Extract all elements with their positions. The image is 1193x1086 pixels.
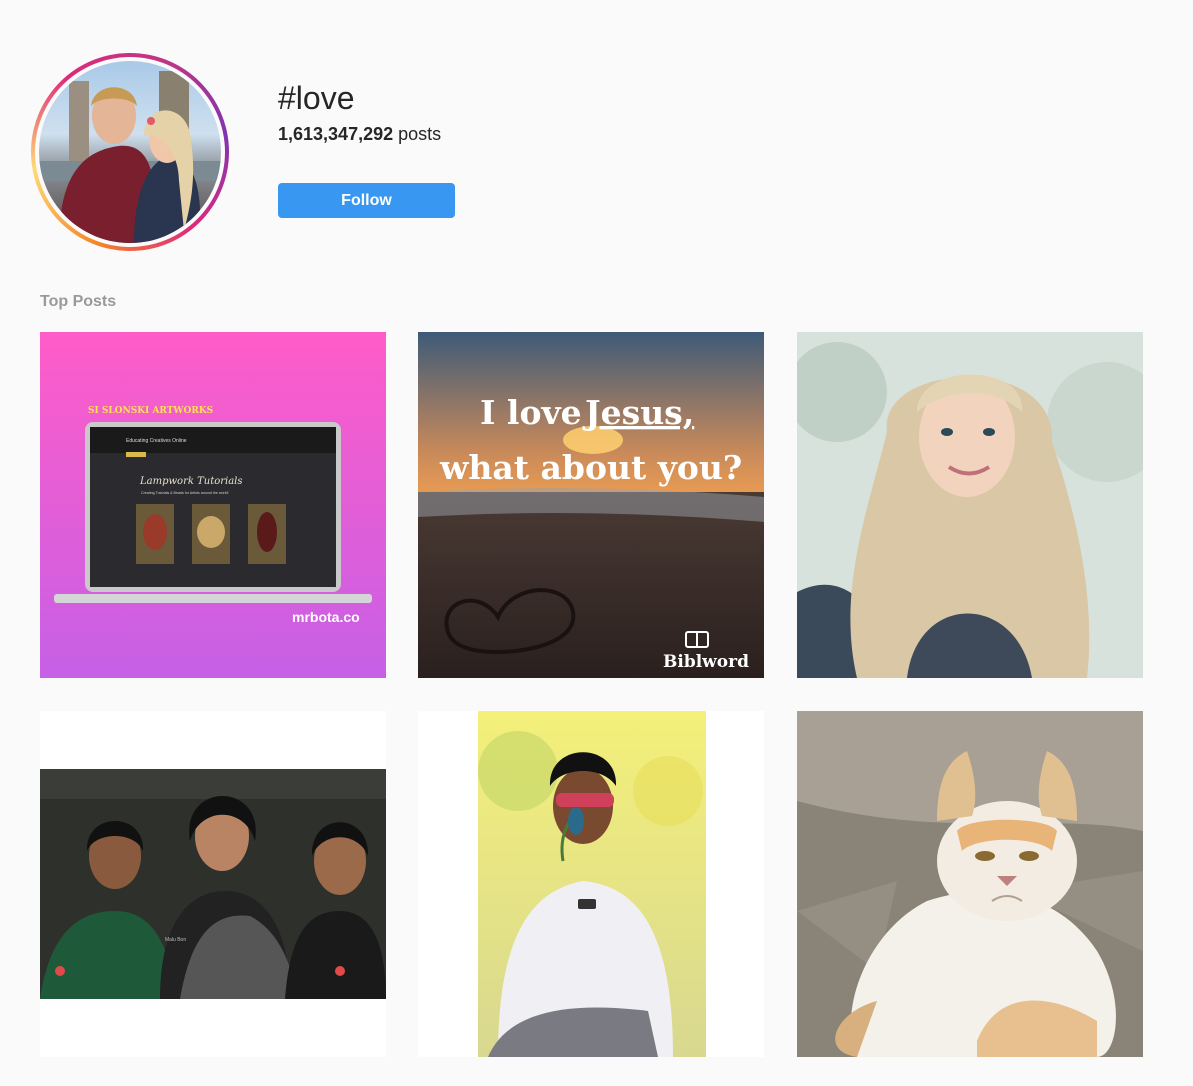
post-count: 1,613,347,292 posts <box>278 124 441 145</box>
mockup-top-text: SI SLONSKI ARTWORKS <box>88 406 213 416</box>
mockup-screen-caption: Creating Tutorials & Beads for Artists a… <box>141 491 229 495</box>
quote-line-2: what about you? <box>439 448 742 487</box>
mockup-screen-subtitle: Lampwork Tutorials <box>139 476 243 487</box>
top-posts-heading: Top Posts <box>40 293 117 310</box>
post-count-suffix: posts <box>393 124 442 144</box>
mockup-screen-heading: Educating Creatives Online <box>126 438 187 444</box>
shirt-text: Malu Bon <box>165 937 186 943</box>
post-tile-group-photo[interactable]: Malu Bon <box>40 711 386 1057</box>
quote-line-1b: Jesus, <box>582 393 694 432</box>
avatar-image <box>39 61 221 243</box>
hashtag-avatar <box>31 53 229 251</box>
post-tile-portrait-woman[interactable] <box>797 332 1143 678</box>
brand-watermark: Biblword <box>663 652 749 672</box>
follow-button[interactable]: Follow <box>278 183 455 218</box>
mockup-watermark: mrbota.co <box>292 609 360 625</box>
post-tile-cat-photo[interactable] <box>797 711 1143 1057</box>
post-tile-website-mockup[interactable]: SI SLONSKI ARTWORKS Educating Creatives … <box>40 332 386 678</box>
post-tile-man-portrait[interactable] <box>418 711 764 1057</box>
post-tile-quote-beach[interactable]: I love Jesus, what about you? Biblword <box>418 332 764 678</box>
quote-line-1a: I love <box>480 393 582 432</box>
post-count-number: 1,613,347,292 <box>278 124 394 144</box>
hashtag-title: #love <box>278 80 355 116</box>
